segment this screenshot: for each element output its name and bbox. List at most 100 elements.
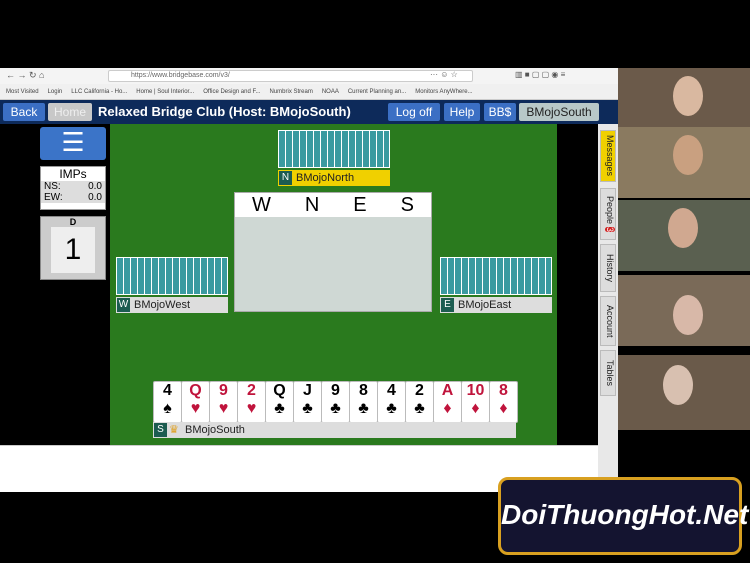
card[interactable]: 2 ♣ bbox=[405, 381, 434, 423]
card[interactable]: Q ♣ bbox=[265, 381, 294, 423]
bookmark-item[interactable]: Home | Soul Interior... bbox=[136, 89, 194, 95]
card-rank: 9 bbox=[331, 382, 340, 399]
card-suit-icon: ♣ bbox=[386, 400, 397, 417]
south-nameplate: S ♛ BMojoSouth bbox=[153, 422, 516, 438]
bookmark-item[interactable]: Most Visited bbox=[6, 89, 39, 95]
ew-score: 0.0 bbox=[88, 192, 102, 203]
user-button[interactable]: BMojoSouth bbox=[519, 103, 599, 121]
east-hand bbox=[440, 257, 552, 295]
west-hand bbox=[116, 257, 228, 295]
tab-account[interactable]: Account bbox=[600, 296, 616, 346]
card-suit-icon: ♣ bbox=[330, 400, 341, 417]
board-indicator: D 1 bbox=[40, 216, 106, 280]
bookmark-item[interactable]: NOAA bbox=[322, 89, 339, 95]
card[interactable]: Q ♥ bbox=[181, 381, 210, 423]
tab-messages[interactable]: Messages bbox=[600, 130, 616, 182]
page-title: Relaxed Bridge Club (Host: BMojoSouth) bbox=[98, 104, 351, 119]
card-suit-icon: ♥ bbox=[218, 400, 229, 417]
card-rank: 4 bbox=[163, 382, 172, 399]
card-suit-icon: ♦ bbox=[471, 400, 480, 417]
bid-column-e: E bbox=[353, 194, 367, 216]
card-suit-icon: ♠ bbox=[163, 400, 172, 417]
card-rank: 9 bbox=[219, 382, 228, 399]
score-box: IMPs NS: 0.0 EW: 0.0 bbox=[40, 166, 106, 210]
card-rank: 2 bbox=[247, 382, 256, 399]
card[interactable]: 4 ♠ bbox=[153, 381, 182, 423]
side-tabs: Messages People 3 History Account Tables bbox=[598, 124, 618, 492]
card[interactable]: 8 ♦ bbox=[489, 381, 518, 423]
card[interactable]: 9 ♣ bbox=[321, 381, 350, 423]
card-suit-icon: ♣ bbox=[302, 400, 313, 417]
card-rank: A bbox=[441, 382, 454, 399]
help-button[interactable]: Help bbox=[444, 103, 480, 121]
url-bar[interactable]: https://www.bridgebase.com/v3/ bbox=[108, 70, 473, 82]
card-rank: 8 bbox=[359, 382, 368, 399]
card-rank: 2 bbox=[415, 382, 424, 399]
card-rank: J bbox=[303, 382, 312, 399]
tab-people[interactable]: People 3 bbox=[600, 188, 616, 240]
browser-toolbar: ← → ↻ ⌂ https://www.bridgebase.com/v3/ ·… bbox=[0, 68, 618, 84]
west-nameplate: W BMojoWest bbox=[116, 297, 228, 313]
card[interactable]: 10 ♦ bbox=[461, 381, 490, 423]
card-suit-icon: ♥ bbox=[190, 400, 201, 417]
nav-icons[interactable]: ← → ↻ ⌂ bbox=[6, 70, 44, 81]
ew-label: EW: bbox=[44, 192, 63, 203]
bookmark-item[interactable]: LLC California - Ho... bbox=[71, 89, 127, 95]
bbo-header: Back Home Relaxed Bridge Club (Host: BMo… bbox=[0, 100, 618, 124]
video-tile-5 bbox=[618, 355, 750, 430]
card-suit-icon: ♥ bbox=[246, 400, 257, 417]
card-rank: 8 bbox=[499, 382, 508, 399]
bid-column-s: S bbox=[400, 194, 414, 216]
bookmark-item[interactable]: Numbrix Stream bbox=[269, 89, 312, 95]
video-tile-2 bbox=[618, 127, 750, 198]
video-tile-3 bbox=[618, 200, 750, 271]
card-suit-icon: ♦ bbox=[443, 400, 452, 417]
bookmarks-bar: Most Visited Login LLC California - Ho... H… bbox=[0, 84, 618, 100]
watermark-logo: DoiThuongHot.Net bbox=[498, 477, 748, 555]
bbs-button[interactable]: BB$ bbox=[484, 103, 516, 121]
card-suit-icon: ♣ bbox=[274, 400, 285, 417]
north-hand bbox=[278, 130, 390, 168]
card-rank: Q bbox=[189, 382, 202, 399]
bridge-table: N BMojoNorth W N E S W BMojoWest E BMojoEast 4… bbox=[110, 124, 557, 445]
bid-column-w: W bbox=[251, 194, 271, 216]
card[interactable]: 8 ♣ bbox=[349, 381, 378, 423]
left-panel: ☰ IMPs NS: 0.0 EW: 0.0 D 1 bbox=[0, 124, 110, 445]
tab-tables[interactable]: Tables bbox=[600, 350, 616, 396]
bookmark-item[interactable]: Monitors AnyWhere... bbox=[415, 89, 472, 95]
dealer-marker: D bbox=[69, 217, 77, 227]
east-nameplate: E BMojoEast bbox=[440, 297, 552, 313]
card-rank: Q bbox=[273, 382, 286, 399]
card[interactable]: 2 ♥ bbox=[237, 381, 266, 423]
bookmark-item[interactable]: Login bbox=[48, 89, 63, 95]
video-tile-4 bbox=[618, 275, 750, 346]
board-number: 1 bbox=[51, 227, 95, 273]
page-actions-icon[interactable]: ··· ☺ ☆ bbox=[430, 70, 458, 79]
card[interactable]: 4 ♣ bbox=[377, 381, 406, 423]
card[interactable]: A ♦ bbox=[433, 381, 462, 423]
ns-label: NS: bbox=[44, 181, 61, 192]
home-button[interactable]: Home bbox=[48, 103, 92, 121]
south-hand: 4 ♠ Q ♥ 9 ♥ 2 ♥ Q ♣ J ♣ 9 ♣ 8 ♣ 4 ♣ 2 ♣ A ♦ 10 ♦ 8 ♦ bbox=[153, 381, 518, 423]
card-rank: 10 bbox=[466, 382, 485, 399]
card-suit-icon: ♣ bbox=[358, 400, 369, 417]
card[interactable]: J ♣ bbox=[293, 381, 322, 423]
bidding-box: WNES bbox=[234, 192, 432, 312]
browser-window: ← → ↻ ⌂ https://www.bridgebase.com/v3/ ·… bbox=[0, 68, 618, 492]
card-suit-icon: ♣ bbox=[414, 400, 425, 417]
right-panel bbox=[557, 124, 598, 445]
people-count-badge: 3 bbox=[605, 226, 615, 232]
bookmark-item[interactable]: Current Planning an... bbox=[348, 89, 406, 95]
score-type: IMPs bbox=[59, 167, 87, 181]
back-button[interactable]: Back bbox=[3, 103, 45, 121]
north-nameplate: N BMojoNorth bbox=[278, 170, 390, 186]
card-rank: 4 bbox=[387, 382, 396, 399]
crown-icon: ♛ bbox=[169, 424, 179, 436]
ns-score: 0.0 bbox=[88, 181, 102, 192]
tab-history[interactable]: History bbox=[600, 244, 616, 292]
card[interactable]: 9 ♥ bbox=[209, 381, 238, 423]
extension-icons[interactable]: ▥ ■ ▢ ▢ ◉ ≡ bbox=[515, 70, 565, 79]
logoff-button[interactable]: Log off bbox=[388, 103, 440, 121]
bookmark-item[interactable]: Office Design and F... bbox=[203, 89, 260, 95]
menu-icon[interactable]: ☰ bbox=[40, 127, 106, 160]
